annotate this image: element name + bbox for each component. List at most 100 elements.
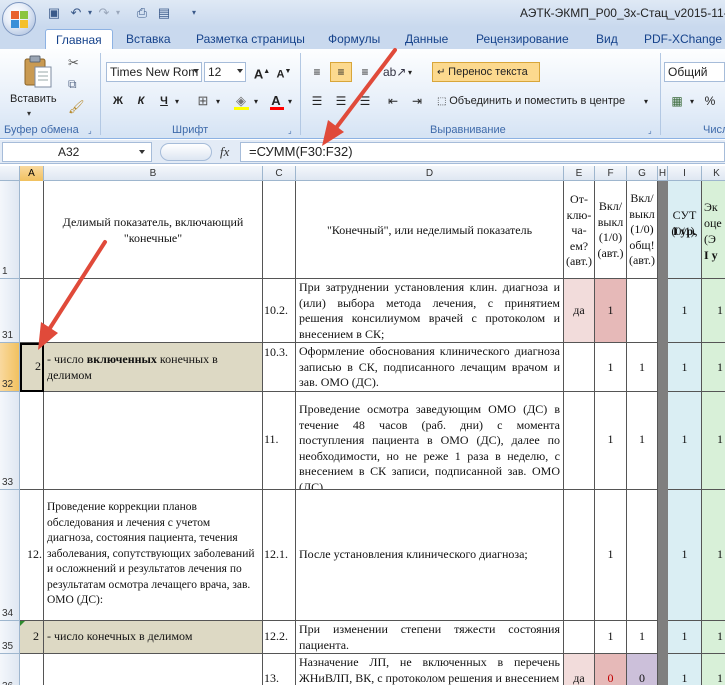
orientation-dropdown-icon[interactable]: ▾ <box>408 68 412 77</box>
column-header-c[interactable]: C <box>263 166 296 181</box>
increase-indent-icon[interactable]: ⇥ <box>406 91 428 111</box>
column-header-g[interactable]: G <box>627 166 658 181</box>
cell-c32[interactable]: 10.3. <box>263 343 296 392</box>
cell-d35[interactable]: При изменении степени тяжести состояния … <box>296 621 564 654</box>
paste-button[interactable]: Вставить <box>10 93 57 105</box>
cell-i32[interactable]: 1 <box>668 343 702 392</box>
tab-insert[interactable]: Вставка <box>126 29 171 49</box>
cell-b1[interactable]: Делимый показатель, включающий "конечные… <box>44 181 263 279</box>
cell-g36[interactable]: 0 <box>627 654 658 685</box>
name-box[interactable]: A32 <box>2 142 152 162</box>
font-name-dropdown-icon[interactable] <box>193 69 199 73</box>
cell-f36[interactable]: 0 <box>595 654 627 685</box>
cell-e34[interactable] <box>564 490 595 621</box>
align-middle-icon[interactable]: ≡ <box>330 62 352 82</box>
cell-k35[interactable]: 1 <box>702 621 725 654</box>
cut-icon[interactable]: ✂ <box>68 55 79 71</box>
tab-home[interactable]: Главная <box>45 29 113 49</box>
font-size-dropdown-icon[interactable] <box>237 69 243 73</box>
cell-f1[interactable]: Вкл/ выкл (1/0) (авт.) <box>595 181 627 279</box>
cell-g34[interactable] <box>627 490 658 621</box>
cell-i34[interactable]: 1 <box>668 490 702 621</box>
tab-page-layout[interactable]: Разметка страницы <box>196 29 305 49</box>
tab-data[interactable]: Данные <box>405 29 448 49</box>
cell-c36[interactable]: 13. <box>263 654 296 685</box>
increase-font-size-icon[interactable]: A▲ <box>252 62 272 82</box>
decrease-indent-icon[interactable]: ⇤ <box>382 91 404 111</box>
column-header-e[interactable]: E <box>564 166 595 181</box>
merge-dropdown-icon[interactable]: ▾ <box>644 97 648 106</box>
redo-dropdown-icon[interactable]: ▾ <box>110 5 126 21</box>
paste-icon[interactable] <box>22 55 54 89</box>
row-header-33[interactable]: 33 <box>0 392 20 490</box>
cell-k33[interactable]: 1 <box>702 392 725 490</box>
font-color-dropdown-icon[interactable]: ▾ <box>288 97 292 106</box>
select-all-corner[interactable] <box>0 166 20 181</box>
underline-button[interactable]: Ч <box>154 91 174 111</box>
cell-k1[interactable]: Эк оце (Э I у <box>702 181 725 279</box>
font-name-box[interactable]: Times New Rom <box>106 62 202 82</box>
cell-k32[interactable]: 1 <box>702 343 725 392</box>
cell-i33[interactable]: 1 <box>668 392 702 490</box>
save-icon[interactable]: ▣ <box>46 5 62 21</box>
column-header-b[interactable]: B <box>44 166 263 181</box>
tab-view[interactable]: Вид <box>596 29 618 49</box>
cell-d32[interactable]: Оформление обоснования клинического диаг… <box>296 343 564 392</box>
orientation-icon[interactable]: ab↗ <box>382 62 406 82</box>
cell-g33[interactable]: 1 <box>627 392 658 490</box>
cell-d36[interactable]: Назначение ЛП, не включенных в перечень … <box>296 654 564 685</box>
cell-f34[interactable]: 1 <box>595 490 627 621</box>
cell-i36[interactable]: 1 <box>668 654 702 685</box>
customize-toolbar-icon[interactable]: ▾ <box>186 5 202 21</box>
formula-input[interactable]: =СУММ(F30:F32) <box>240 142 725 162</box>
decrease-font-size-icon[interactable]: A▼ <box>274 62 294 82</box>
paste-dropdown-icon[interactable]: ▾ <box>27 109 31 118</box>
cell-e1[interactable]: От-клю-ча-ем? (авт.) <box>564 181 595 279</box>
insert-function-icon[interactable]: fx <box>220 144 229 160</box>
cell-c34[interactable]: 12.1. <box>263 490 296 621</box>
cell-a32-active[interactable]: 2 <box>20 343 44 392</box>
cell-b36[interactable] <box>44 654 263 685</box>
cell-a1[interactable] <box>20 181 44 279</box>
column-header-k[interactable]: K <box>702 166 725 181</box>
fill-color-icon[interactable]: ◈ <box>230 91 252 111</box>
cell-k36[interactable]: 1 <box>702 654 725 685</box>
align-top-icon[interactable]: ≡ <box>306 62 328 82</box>
open-icon[interactable]: ▤ <box>156 5 172 21</box>
cell-e32[interactable] <box>564 343 595 392</box>
name-box-dropdown-icon[interactable] <box>139 150 145 154</box>
cell-f31[interactable]: 1 <box>595 279 627 343</box>
cell-b34[interactable]: Проведение коррекции планов обследования… <box>44 490 263 621</box>
merge-center-button[interactable]: ⬚ Объединить и поместить в центре <box>432 91 650 111</box>
align-left-icon[interactable]: ☰ <box>306 91 328 111</box>
bold-button[interactable]: Ж <box>108 91 128 111</box>
currency-format-icon[interactable]: ▦ <box>666 91 688 111</box>
italic-button[interactable]: К <box>131 91 151 111</box>
align-right-icon[interactable]: ☰ <box>354 91 376 111</box>
cell-b32[interactable]: - число включенных конечных в делимом <box>44 343 263 392</box>
cell-g35[interactable]: 1 <box>627 621 658 654</box>
cell-c1[interactable] <box>263 181 296 279</box>
percent-button[interactable]: % <box>700 91 720 111</box>
cell-c33[interactable]: 11. <box>263 392 296 490</box>
cell-d31[interactable]: При затруднении установления клин. диагн… <box>296 279 564 343</box>
tab-formulas[interactable]: Формулы <box>328 29 380 49</box>
row-header-31[interactable]: 31 <box>0 279 20 343</box>
cell-g1[interactable]: Вкл/ выкл (1/0) общ! (авт.) <box>627 181 658 279</box>
cell-g32[interactable]: 1 <box>627 343 658 392</box>
font-launcher-icon[interactable]: ⌟ <box>288 126 292 135</box>
alignment-launcher-icon[interactable]: ⌟ <box>648 126 652 135</box>
font-size-box[interactable]: 12 <box>204 62 246 82</box>
cell-b33[interactable] <box>44 392 263 490</box>
row-header-35[interactable]: 35 <box>0 621 20 654</box>
copy-icon[interactable]: ⧉ <box>68 77 77 92</box>
cell-e31[interactable]: да <box>564 279 595 343</box>
cell-a31[interactable] <box>20 279 44 343</box>
cell-a34[interactable]: 12. <box>20 490 44 621</box>
cell-e33[interactable] <box>564 392 595 490</box>
align-center-icon[interactable]: ☰ <box>330 91 352 111</box>
column-header-i[interactable]: I <box>668 166 702 181</box>
formula-bar-splitter[interactable] <box>160 143 212 161</box>
column-header-d[interactable]: D <box>296 166 564 181</box>
row-header-32[interactable]: 32 <box>0 343 20 392</box>
